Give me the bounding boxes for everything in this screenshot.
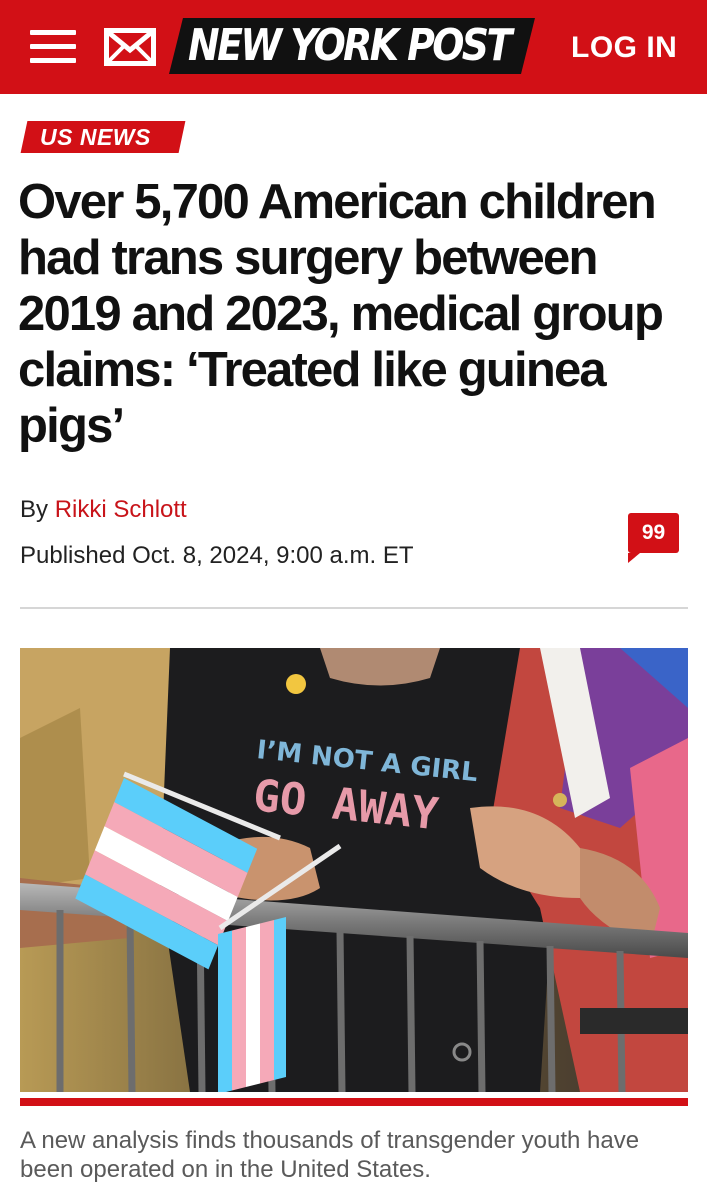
menu-line bbox=[30, 44, 76, 49]
photo-caption: A new analysis finds thousands of transg… bbox=[20, 1127, 640, 1183]
menu-line bbox=[30, 30, 76, 35]
photo-red-rule bbox=[20, 1098, 688, 1106]
site-logo[interactable]: NEW YORK POST bbox=[169, 14, 536, 78]
center-person-chin bbox=[320, 648, 440, 686]
left-person-shadow bbox=[20, 708, 90, 888]
byline-prefix: By bbox=[20, 496, 49, 523]
divider bbox=[20, 607, 688, 609]
section-tag[interactable]: US NEWS bbox=[40, 122, 151, 152]
comments-button[interactable]: 99 bbox=[628, 513, 679, 563]
menu-line bbox=[30, 58, 76, 63]
comment-count: 99 bbox=[641, 521, 666, 544]
publish-date: Published Oct. 8, 2024, 9:00 a.m. ET bbox=[20, 542, 414, 569]
belt bbox=[580, 1008, 688, 1034]
byline: By Rikki Schlott bbox=[20, 496, 187, 524]
envelope-icon[interactable] bbox=[104, 28, 156, 66]
top-navigation-bar: NEW YORK POST LOG IN bbox=[0, 0, 707, 94]
flag-grommet bbox=[553, 793, 567, 807]
hamburger-menu-icon[interactable] bbox=[30, 29, 76, 65]
trans-flag-2 bbox=[218, 917, 286, 1092]
author-link[interactable]: Rikki Schlott bbox=[55, 496, 187, 523]
article-photo[interactable]: I’M NOT A GIRL GO AWAY bbox=[20, 648, 688, 1092]
logo-text: NEW YORK POST bbox=[188, 20, 512, 71]
pin-badge bbox=[286, 674, 306, 694]
article-headline: Over 5,700 American children had trans s… bbox=[18, 175, 664, 453]
login-button[interactable]: LOG IN bbox=[571, 31, 677, 65]
